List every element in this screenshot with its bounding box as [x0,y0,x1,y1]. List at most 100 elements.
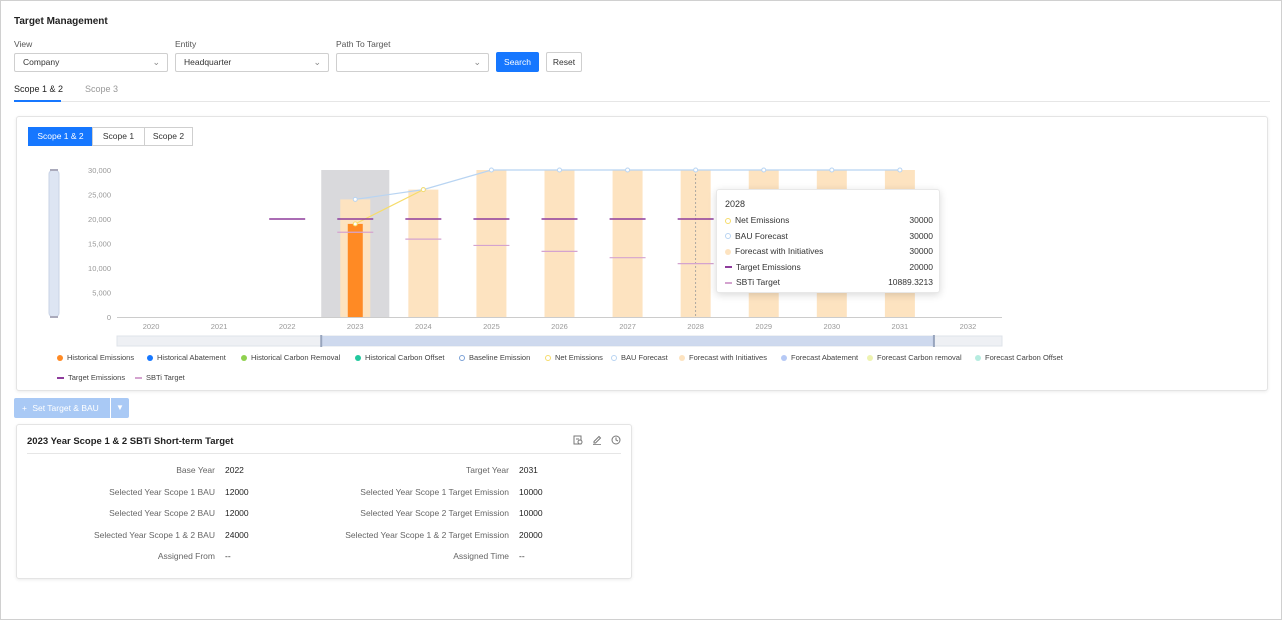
chart-tooltip: 2028 Net Emissions 30000 BAU Forecast 30000… [716,189,940,293]
legend-label: Forecast with Initiatives [689,353,767,362]
view-label: View [14,39,33,49]
tooltip-series-value: 30000 [909,215,933,225]
forecast-bar [544,170,575,317]
tooltip-swatch [725,233,731,240]
legend-item[interactable]: Historical Abatement [147,353,226,362]
x-tick-label: 2025 [483,322,500,331]
legend-swatch [679,355,685,362]
tooltip-row: Target Emissions 20000 [725,260,933,274]
historical-emissions-bar [347,223,363,317]
path-to-target-label: Path To Target [336,39,391,49]
legend-label: BAU Forecast [621,353,668,362]
reset-button[interactable]: Reset [546,52,582,72]
tab-scope-3[interactable]: Scope 3 [85,84,118,94]
tooltip-series-name: Forecast with Initiatives [735,246,824,256]
chevron-down-icon: ⌄ [473,57,481,67]
view-select[interactable]: Company ⌄ [14,53,168,72]
x-tick-label: 2020 [143,322,160,331]
tooltip-row: Net Emissions 30000 [725,213,933,227]
legend-item[interactable]: Forecast Abatement [781,353,858,362]
legend-label: Forecast Carbon removal [877,353,962,362]
scope1-bau-label: Selected Year Scope 1 BAU [109,487,215,497]
bau-forecast-point [829,167,835,173]
scope2-target-label: Selected Year Scope 2 Target Emission [360,508,509,518]
legend-item[interactable]: Target Emissions [57,373,125,382]
chevron-down-icon: ▼ [116,403,124,412]
set-target-dropdown-button[interactable]: ▼ [111,398,129,418]
y-tick-label: 25,000 [88,191,111,200]
bau-forecast-point [352,196,358,202]
legend-label: Historical Carbon Offset [365,353,445,362]
legend-item[interactable]: Historical Emissions [57,353,134,362]
entity-select[interactable]: Headquarter ⌄ [175,53,329,72]
legend-item[interactable]: SBTi Target [135,373,185,382]
scope12-bau-label: Selected Year Scope 1 & 2 BAU [94,530,215,540]
legend-item[interactable]: Historical Carbon Removal [241,353,340,362]
forecast-bar [612,170,643,317]
target-year-value: 2031 [519,465,538,475]
set-target-bau-button[interactable]: + Set Target & BAU [14,398,110,418]
legend-label: Target Emissions [68,373,126,382]
scope1-target-value: 10000 [519,487,543,497]
scope1-bau-value: 12000 [225,487,249,497]
net-emissions-point [420,187,426,193]
legend-swatch [135,377,142,380]
scope2-bau-value: 12000 [225,508,249,518]
tab-scope-1-2[interactable]: Scope 1 & 2 [14,84,63,94]
legend-item[interactable]: Historical Carbon Offset [355,353,444,362]
tabs-divider [14,101,1270,102]
legend-item[interactable]: Forecast with Initiatives [679,353,767,362]
legend-item[interactable]: BAU Forecast [611,353,668,362]
legend-swatch [975,355,981,362]
x-tick-label: 2032 [960,322,977,331]
tooltip-row: SBTi Target 10889.3213 [725,275,933,289]
tooltip-series-name: BAU Forecast [735,230,788,241]
emissions-chart: 0 5,000 10,000 15,000 20,000 25,000 30,000 2020… [48,166,1003,347]
legend-swatch [781,355,787,362]
tooltip-series-value: 30000 [909,246,933,256]
y-tick-label: 20,000 [88,215,111,224]
tooltip-series-value: 30000 [909,230,933,241]
assigned-from-value: -- [225,551,231,561]
legend-label: Historical Abatement [157,353,226,362]
path-to-target-select[interactable]: ⌄ [336,53,489,72]
x-tick-label: 2029 [755,322,772,331]
x-tick-label: 2030 [823,322,840,331]
search-button[interactable]: Search [496,52,539,72]
tooltip-title: 2028 [725,199,746,209]
legend-swatch [355,355,361,362]
legend-swatch [241,355,247,362]
scope12-target-label: Selected Year Scope 1 & 2 Target Emissio… [345,530,509,540]
scope12-bau-value: 24000 [225,530,249,540]
y-tick-label: 0 [107,313,111,322]
history-icon[interactable] [611,435,621,445]
legend-item[interactable]: Forecast Carbon removal [867,353,962,362]
bau-forecast-point [625,167,631,173]
scope1-target-label: Selected Year Scope 1 Target Emission [360,487,509,497]
x-tick-label: 2027 [619,322,636,331]
target-card: 2023 Year Scope 1 & 2 SBTi Short-term Ta… [16,424,632,579]
entity-select-value: Headquarter [184,57,232,67]
legend-item[interactable]: Baseline Emission [459,353,530,362]
legend-swatch [611,355,617,362]
y-tick-label: 10,000 [88,264,111,273]
tooltip-swatch [725,266,732,269]
bau-forecast-point [897,167,903,173]
app-frame: Target Management View Company ⌄ Entity … [0,0,1282,620]
legend-item[interactable]: Forecast Carbon Offset [975,353,1063,362]
edit-icon[interactable] [592,435,602,446]
vertical-zoom-slider [48,169,60,318]
chevron-down-icon: ⌄ [152,57,160,67]
x-tick-label: 2024 [415,322,432,331]
legend-item[interactable]: Net Emissions [545,353,603,362]
scope2-target-value: 10000 [519,508,543,518]
tooltip-series-name: Target Emissions [736,261,801,272]
x-tick-label: 2028 [687,322,704,331]
forecast-bar [476,170,507,317]
assigned-time-value: -- [519,551,525,561]
report-icon[interactable] [573,435,583,445]
plus-icon: + [22,403,27,413]
x-tick-label: 2021 [211,322,228,331]
y-tick-label: 15,000 [88,240,111,249]
bau-forecast-point [761,167,767,173]
